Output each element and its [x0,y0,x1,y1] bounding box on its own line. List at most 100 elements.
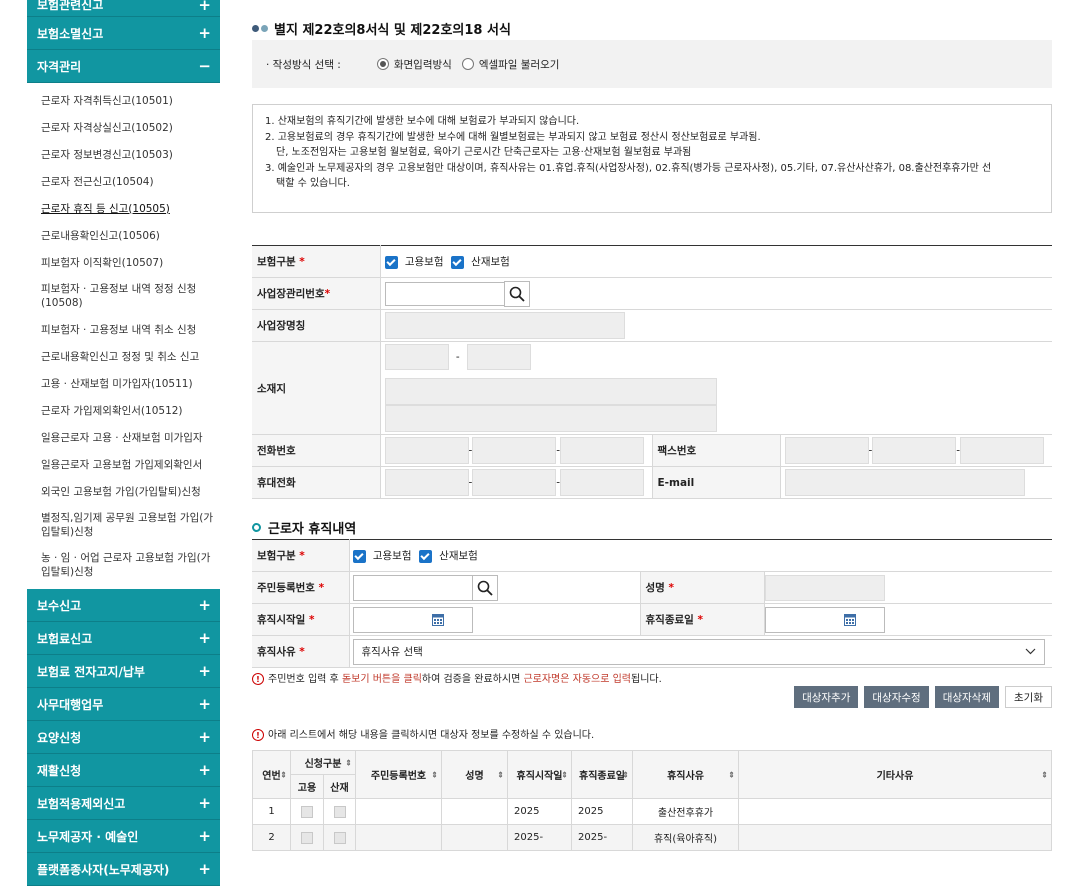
fax-label: 팩스번호 [651,434,781,467]
sidebar-sub-item[interactable]: 근로자 자격취득신고(10501) [27,87,220,114]
sidebar-sub-item[interactable]: 외국인 고용보험 가입(가입탈퇴)신청 [27,478,220,505]
cell-no: 1 [252,798,291,825]
cell-rrn [355,824,442,851]
sort-icon: ⇕ [345,758,352,767]
rrn-input[interactable] [352,574,473,601]
cell-name [441,798,508,825]
col-type-ind: 산재 [323,774,356,799]
delete-target-button[interactable]: 대상자삭제 [934,686,1000,708]
minus-icon: − [198,56,211,75]
workplace-form: 보험구분 * 고용보험 산재보험 사업장관리번호* 사업장명칭 소재지 - 전화… [252,245,1052,499]
sidebar-sub-item[interactable]: 일용근로자 고용보험 가입제외확인서 [27,451,220,478]
table-row[interactable]: 1 2025 2025 출산전후휴가 [252,798,1052,825]
notice-box: 1. 산재보험의 휴직기간에 발생한 보수에 대해 보험료가 부과되지 않습니다… [252,104,1052,213]
sidebar-section-label: 보험료 전자고지/납부 [37,664,145,679]
col-name[interactable]: 성명 ⇕ [441,750,508,799]
address-line-1 [384,378,717,405]
sidebar-section-label: 자격관리 [37,59,82,74]
sidebar-sub-item[interactable]: 고용 · 산재보험 미가입자(10511) [27,370,220,397]
sort-icon: ⇕ [561,770,568,779]
leave-insurance-label: 보험구분 * [252,539,350,572]
biz-no-input[interactable] [384,281,505,306]
col-start[interactable]: 휴직시작일 ⇕ [507,750,572,799]
reset-button[interactable]: 초기화 [1005,686,1052,708]
sidebar-sub-item[interactable]: 근로자 자격상실신고(10502) [27,114,220,141]
add-target-button[interactable]: 대상자추가 [794,686,859,708]
action-buttons: 대상자추가 대상자수정 대상자삭제 초기화 [794,686,1052,708]
sidebar-section[interactable]: 사무대행업무 + [27,688,220,721]
employment-insurance-text: 고용보험 [404,256,444,268]
edit-target-button[interactable]: 대상자수정 [864,686,929,708]
leave-industrial-checkbox[interactable] [418,549,432,563]
sidebar-section[interactable]: 재활신청 + [27,754,220,787]
leave-employment-checkbox[interactable] [352,549,366,563]
col-no[interactable]: 연번 ⇕ [252,750,291,799]
sidebar-sub-item[interactable]: 근로자 정보변경신고(10503) [27,141,220,168]
col-rrn[interactable]: 주민등록번호 ⇕ [355,750,442,799]
sidebar-section[interactable]: 보험료 전자고지/납부 + [27,655,220,688]
rrn-label: 주민등록번호 * [252,571,350,604]
sort-icon: ⇕ [431,770,438,779]
col-end[interactable]: 휴직종료일 ⇕ [571,750,633,799]
cell-no: 2 [252,824,291,851]
radio-screen-input[interactable]: 화면입력방식 [376,57,452,72]
sidebar-section-qualification[interactable]: 자격관리 − [27,50,220,83]
cell-start: 2025 [507,798,572,825]
radio-excel-upload[interactable]: 엑셀파일 불러오기 [461,57,559,72]
sidebar-section[interactable]: 보험적용제외신고 + [27,787,220,820]
sidebar-section-label: 재활신청 [37,763,82,778]
table-row[interactable]: 2 2025- 2025- 휴직(육아휴직) [252,824,1052,851]
sidebar-sub-item[interactable]: 근로자 전근신고(10504) [27,168,220,195]
plus-icon: + [198,628,211,647]
sidebar-section-label: 보험적용제외신고 [37,796,126,811]
leave-start-input[interactable] [352,606,473,633]
mobile-part-2 [472,469,557,496]
title-dots-icon [252,24,268,32]
search-icon[interactable] [503,280,530,307]
sidebar-section[interactable]: 노무제공자 · 예술인 + [27,820,220,853]
sidebar-sub-item[interactable]: 근로내용확인신고 정정 및 취소 신고 [27,343,220,370]
biz-no-label: 사업장관리번호* [252,277,381,310]
sidebar-section-top[interactable]: 보험관련신고 + [27,0,220,17]
sort-icon: ⇕ [280,770,287,779]
col-etc[interactable]: 기타사유 ⇕ [738,750,1052,799]
sidebar-section[interactable]: 플랫폼종사자(노무제공자) + [27,853,220,886]
sidebar-sub-item[interactable]: 농 · 임 · 어업 근로자 고용보험 가입(가입탈퇴)신청 [27,545,220,585]
calendar-icon[interactable] [431,613,444,629]
method-label: · 작성방식 선택 : [266,58,341,71]
employment-insurance-checkbox[interactable] [384,255,398,269]
sidebar-sub-item[interactable]: 근로자 휴직 등 신고(10505) [27,195,220,222]
sidebar-sub-item[interactable]: 일용근로자 고용 · 산재보험 미가입자 [27,424,220,451]
sort-icon: ⇕ [622,770,629,779]
col-reason[interactable]: 휴직사유 ⇕ [632,750,739,799]
sidebar-sub-item[interactable]: 피보험자 · 고용정보 내역 취소 신청 [27,316,220,343]
warning-icon: ! [252,673,264,685]
fax-part-2 [872,437,957,464]
sidebar-section[interactable]: 보험료신고 + [27,622,220,655]
leave-end-input[interactable] [764,606,885,633]
industrial-insurance-text: 산재보험 [471,256,510,268]
sort-icon: ⇕ [728,770,735,779]
sidebar-sub-item[interactable]: 근로내용확인신고(10506) [27,222,220,249]
search-icon[interactable] [471,574,498,601]
sidebar-sub-item[interactable]: 근로자 가입제외확인서(10512) [27,397,220,424]
sidebar-sub-item[interactable]: 피보험자 이직확인(10507) [27,249,220,276]
chevron-down-icon [1025,646,1036,658]
sidebar-sub-list: 근로자 자격취득신고(10501) 근로자 자격상실신고(10502) 근로자 정보… [27,83,220,589]
industrial-insurance-checkbox[interactable] [450,255,464,269]
calendar-icon[interactable] [843,613,856,629]
sidebar-sub-item[interactable]: 별정직,임기제 공무원 고용보험 가입(가입탈퇴)신청 [27,505,220,545]
sidebar-section-extinction[interactable]: 보험소멸신고 + [27,17,220,50]
email-field [784,469,1025,496]
zip-code-1 [384,344,449,370]
mobile-label: 휴대전화 [252,466,381,499]
col-type[interactable]: 신청구분 ⇕ [290,750,356,775]
sidebar-sub-item[interactable]: 피보험자 · 고용정보 내역 정정 신청(10508) [27,276,220,316]
notice-line: 1. 산재보험의 휴직기간에 발생한 보수에 대해 보험료가 부과되지 않습니다… [265,116,580,127]
leave-end-label: 휴직종료일 * [639,603,765,636]
leave-reason-select[interactable]: 휴직사유 선택 [352,638,1045,665]
sidebar-section[interactable]: 보수신고 + [27,589,220,622]
sidebar-section[interactable]: 요양신청 + [27,721,220,754]
rrn-hint: ! 주민번호 입력 후 돋보기 버튼을 클릭하여 검증을 완료하시면 근로자명은 … [252,670,662,685]
address-line-2 [384,405,717,432]
